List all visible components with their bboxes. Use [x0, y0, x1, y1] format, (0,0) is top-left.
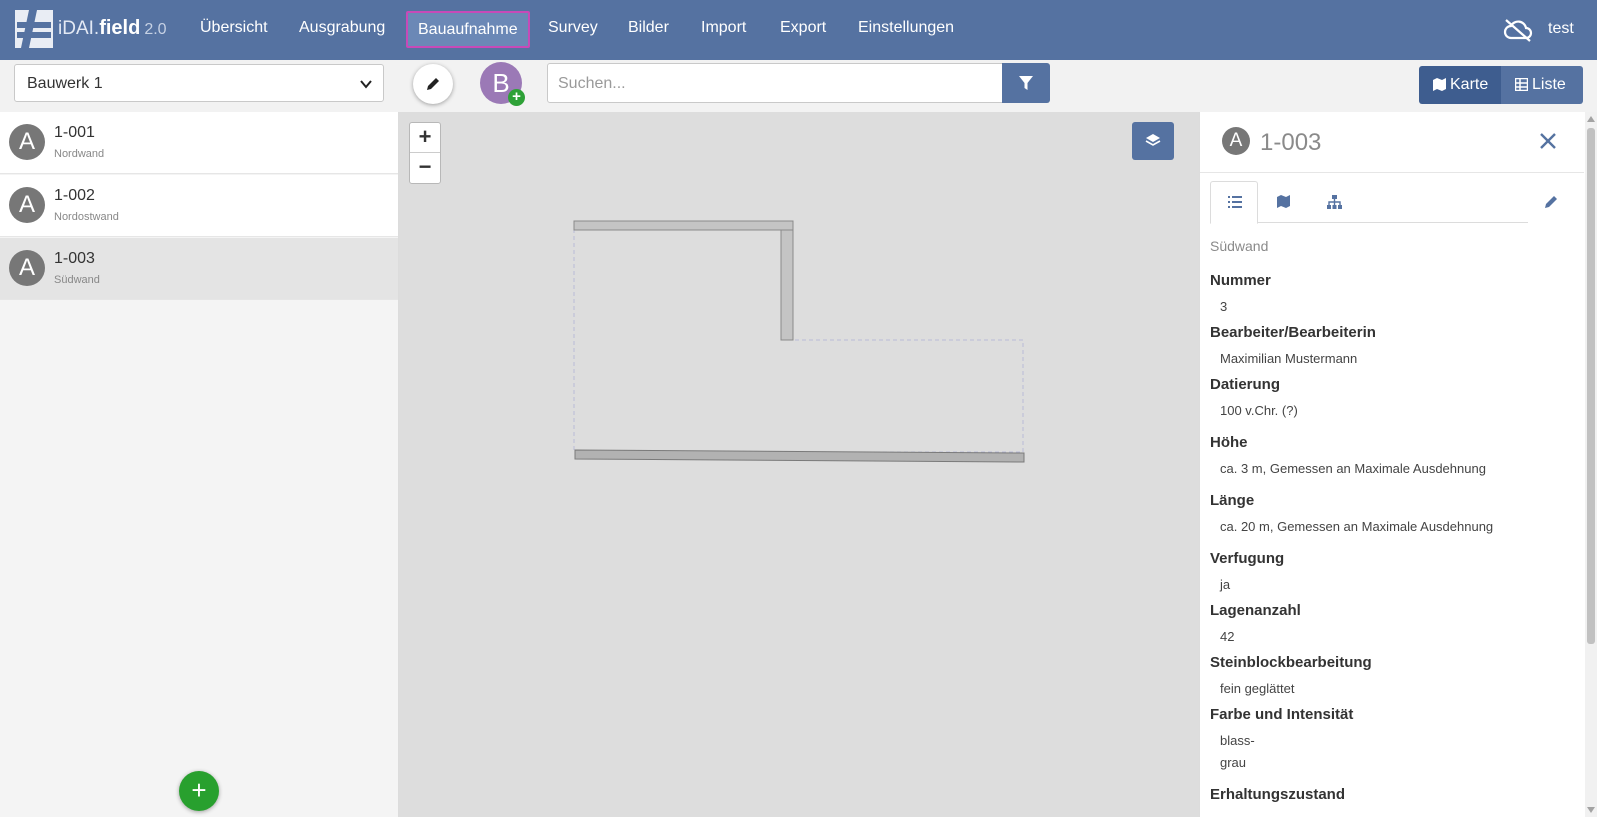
detail-scrollbar[interactable] [1585, 112, 1597, 817]
list-item-id: 1-002 [54, 187, 95, 204]
field-value: ca. 20 m, Gemessen an Maximale Ausdehnun… [1220, 519, 1494, 534]
brand-prefix: iDAI. [58, 18, 100, 39]
create-operation-button[interactable]: B + [480, 62, 525, 106]
scrollbar-thumb[interactable] [1587, 128, 1595, 644]
zoom-control: + − [409, 122, 441, 184]
detail-tabs [1210, 181, 1528, 224]
field-label: Lagenanzahl [1210, 602, 1301, 619]
tab-fields[interactable] [1210, 181, 1258, 224]
geometry-outline [573, 229, 1024, 453]
view-karte-label: Karte [1450, 76, 1489, 93]
brand[interactable]: iDAI.field 2.0 [58, 17, 167, 40]
avatar: A [9, 187, 45, 223]
avatar: A [9, 124, 45, 160]
user-name[interactable]: test [1548, 20, 1574, 38]
chevron-down-icon [360, 80, 372, 89]
field-value: 42 [1220, 629, 1235, 644]
zoom-in-button[interactable]: + [410, 123, 440, 153]
detail-fields: Südwand Nummer 3 Bearbeiter/Bearbeiterin… [1210, 238, 1570, 810]
list-item-type: Südwand [54, 274, 100, 286]
field-label: Datierung [1210, 376, 1281, 393]
operation-select[interactable]: Bauwerk 1 [14, 64, 384, 102]
tab-geometry[interactable] [1260, 181, 1308, 223]
nav-ausgrabung[interactable]: Ausgrabung [299, 19, 385, 37]
detail-sidebar: A 1-003 Südwand Nummer 3 Bearbeiter/Bear… [1199, 112, 1597, 817]
nav-bilder[interactable]: Bilder [628, 19, 669, 37]
field-label: Nummer [1210, 272, 1271, 289]
nav-uebersicht[interactable]: Übersicht [200, 19, 268, 37]
resource-list: A 1-001 Nordwand A 1-002 Nordostwand A 1… [0, 112, 399, 817]
field-value: grau [1220, 755, 1247, 770]
map-icon [1433, 78, 1446, 91]
field-value: fein geglättet [1220, 681, 1295, 696]
layers-icon [1145, 134, 1161, 146]
detail-header: A 1-003 [1200, 112, 1584, 173]
filter-button[interactable] [1002, 63, 1050, 103]
wall-polygon-nordwand [573, 220, 794, 231]
zoom-out-button[interactable]: − [410, 153, 440, 183]
plus-icon: + [508, 89, 525, 106]
idai-logo-icon [15, 10, 53, 48]
nav-einstellungen[interactable]: Einstellungen [858, 19, 954, 37]
scroll-up-icon[interactable] [1587, 115, 1595, 123]
close-icon[interactable] [1538, 131, 1558, 151]
list-item-selected[interactable]: A 1-003 Südwand [0, 238, 398, 300]
field-label: Verfugung [1210, 550, 1285, 567]
nav-export[interactable]: Export [780, 19, 826, 37]
avatar: A [1222, 127, 1250, 155]
top-navbar: iDAI.field 2.0 Übersicht Ausgrabung Bauau… [0, 0, 1597, 60]
view-liste-button[interactable]: Liste [1501, 66, 1583, 104]
list-item-id: 1-001 [54, 124, 95, 141]
list-icon [1228, 196, 1242, 208]
field-value: 3 [1220, 299, 1228, 314]
list-item-id: 1-003 [54, 250, 95, 267]
category-label: Südwand [1210, 238, 1269, 254]
nav-import[interactable]: Import [701, 19, 746, 37]
detail-title: 1-003 [1260, 129, 1322, 156]
list-item-type: Nordwand [54, 148, 105, 160]
field-label: Farbe und Intensität [1210, 706, 1354, 723]
nav-bauaufnahme[interactable]: Bauaufnahme [406, 11, 530, 48]
list-item[interactable]: A 1-001 Nordwand [0, 112, 398, 174]
edit-operation-button[interactable] [413, 64, 453, 104]
avatar: A [9, 250, 45, 286]
brand-version: 2.0 [144, 21, 167, 38]
map-geometries [573, 220, 1025, 463]
field-value: ja [1220, 577, 1231, 592]
cloud-off-icon[interactable] [1503, 17, 1533, 43]
map-view[interactable]: + − [399, 112, 1199, 817]
field-label: Länge [1210, 492, 1255, 509]
view-karte-button[interactable]: Karte [1419, 66, 1501, 104]
table-icon [1515, 78, 1528, 91]
field-value: blass- [1220, 733, 1255, 748]
field-value: Maximilian Mustermann [1220, 351, 1358, 366]
field-label: Bearbeiter/Bearbeiterin [1210, 324, 1376, 341]
scroll-down-icon[interactable] [1587, 806, 1595, 814]
field-label: Steinblockbearbeitung [1210, 654, 1372, 671]
search-input[interactable]: Suchen... [547, 63, 1003, 103]
list-item-type: Nordostwand [54, 211, 119, 223]
map-icon [1277, 195, 1290, 208]
field-value: 100 v.Chr. (?) [1220, 403, 1298, 418]
operation-select-value: Bauwerk 1 [27, 75, 103, 92]
field-label: Erhaltungszustand [1210, 786, 1346, 803]
layers-button[interactable] [1132, 122, 1174, 160]
sitemap-icon [1327, 195, 1342, 209]
pencil-icon [427, 78, 439, 90]
view-liste-label: Liste [1532, 76, 1566, 93]
nav-survey[interactable]: Survey [548, 19, 598, 37]
list-item[interactable]: A 1-002 Nordostwand [0, 175, 398, 237]
field-value: ca. 3 m, Gemessen an Maximale Ausdehnung [1220, 461, 1486, 476]
filter-icon [1019, 76, 1033, 90]
field-label: Höhe [1210, 434, 1248, 451]
pencil-icon[interactable] [1543, 194, 1559, 210]
tab-hierarchy[interactable] [1310, 181, 1358, 223]
toolbar: Bauwerk 1 B + Suchen... Karte Liste [0, 60, 1597, 112]
brand-name: field [99, 17, 141, 39]
add-resource-button[interactable]: + [179, 771, 219, 811]
wall-polygon-nordostwand [780, 229, 794, 341]
